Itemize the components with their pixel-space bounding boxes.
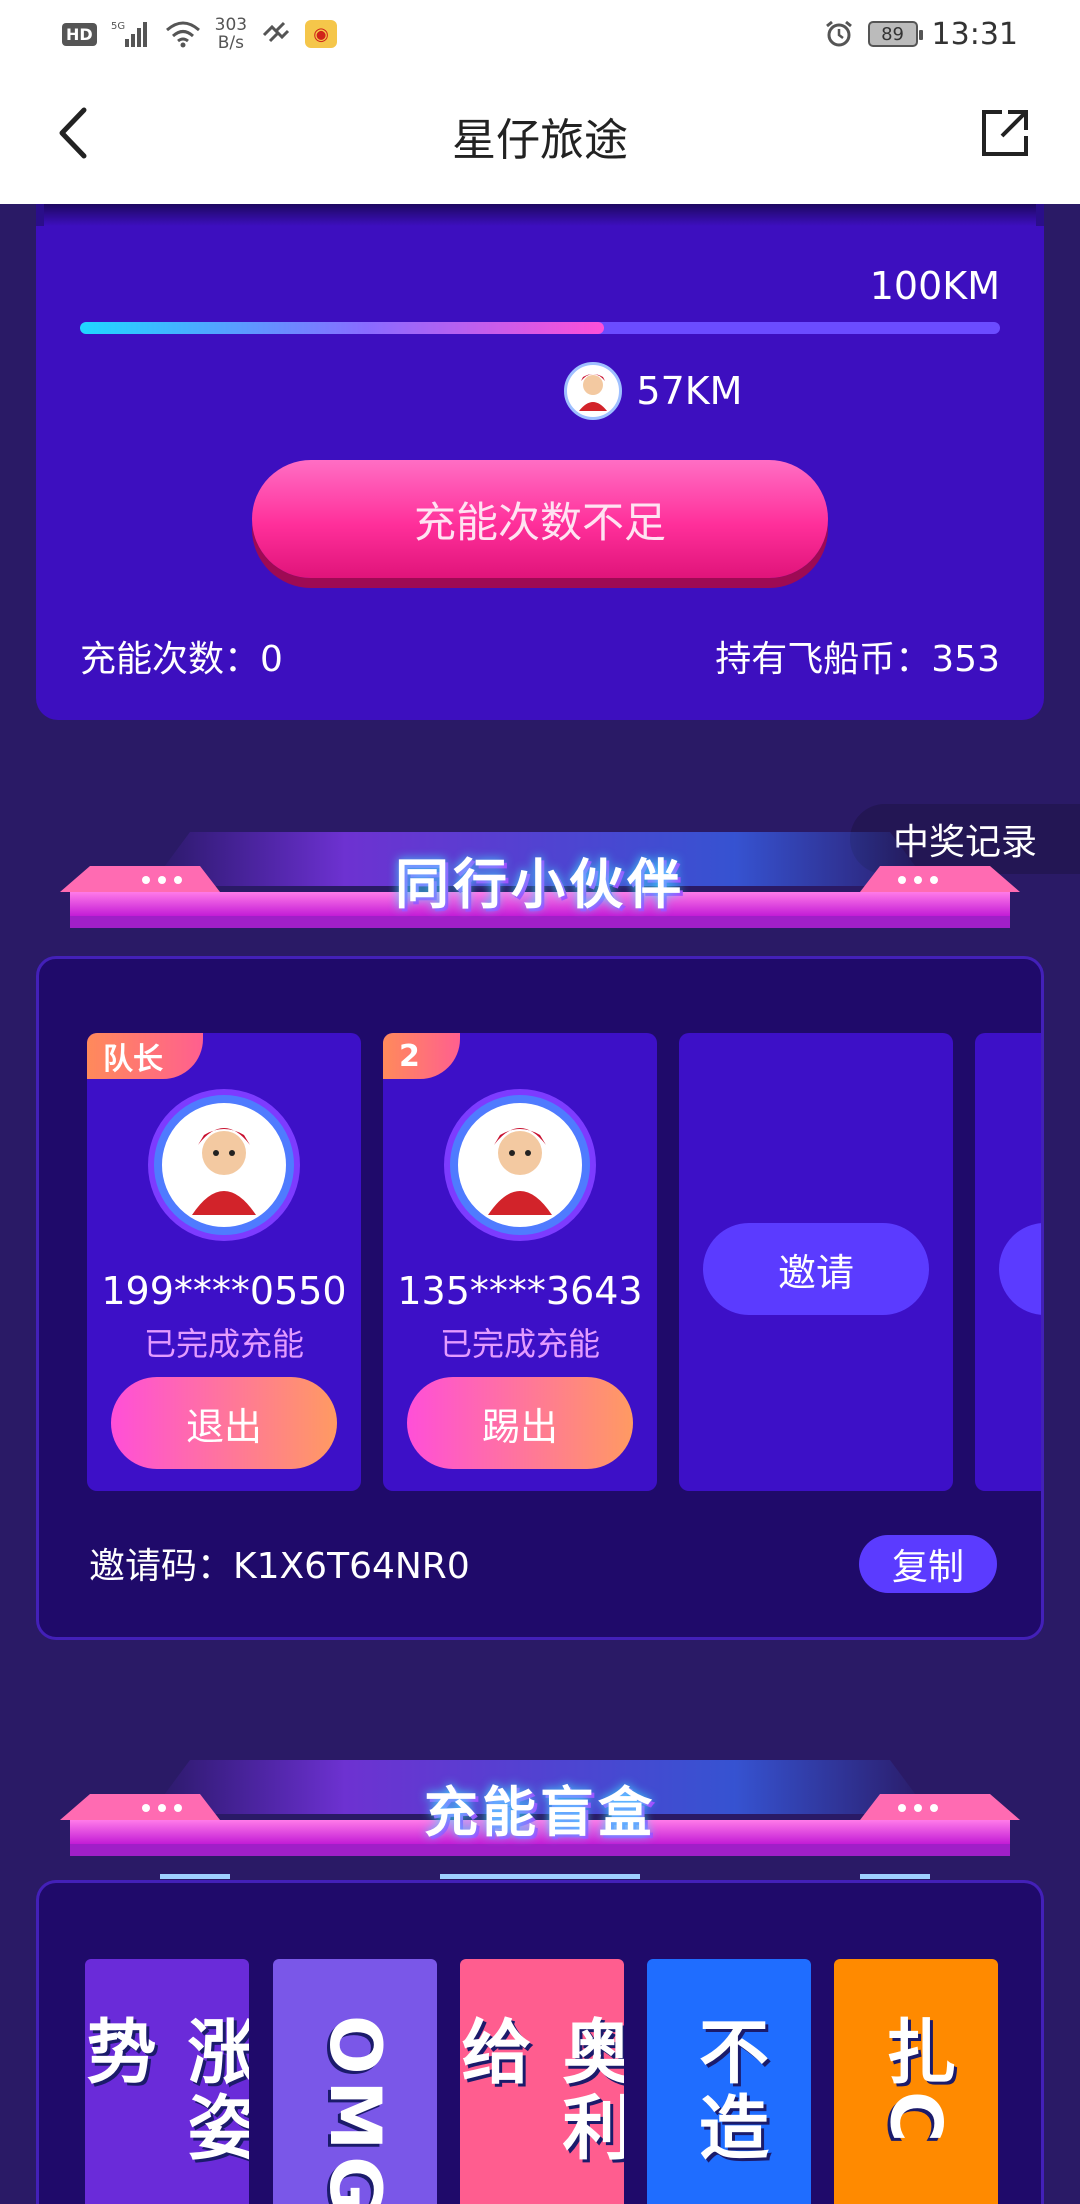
page-title: 星仔旅途	[452, 115, 628, 166]
journey-progress-fill	[80, 322, 605, 334]
navigation-bar: 星仔旅途	[0, 68, 1080, 204]
invite-button[interactable]	[999, 1223, 1041, 1315]
partner-phone: 135****3643	[397, 1269, 643, 1313]
status-bar: HD 5G 303 B/s ◉ 89 13:31	[0, 0, 1080, 68]
partners-panel: 队长 199****0550 已完成充能 退出 2 135****3643 已完…	[36, 956, 1044, 1640]
partner-card-member: 2 135****3643 已完成充能 踢出	[383, 1033, 657, 1491]
avatar	[564, 362, 623, 420]
blindbox-card[interactable]: 扎C	[834, 1959, 998, 2204]
hd-indicator: HD	[62, 22, 97, 46]
blindbox-label: 奥利给	[460, 2015, 624, 2167]
blindbox-card[interactable]: 不造	[647, 1959, 811, 2204]
app-notification-icon	[261, 21, 291, 47]
battery-icon: 89	[867, 21, 923, 47]
blindbox-label: OMG	[314, 2015, 396, 2204]
wifi-icon	[165, 20, 201, 48]
partners-section-title: 同行小伙伴	[395, 853, 685, 916]
partner-phone: 199****0550	[101, 1269, 347, 1313]
invite-code: 邀请码：K1X6T64NR0	[89, 1546, 470, 1587]
quit-button[interactable]: 退出	[111, 1377, 337, 1469]
partner-card-captain: 队长 199****0550 已完成充能 退出	[87, 1033, 361, 1491]
blindbox-card[interactable]: 涨姿势	[85, 1959, 249, 2204]
partner-status: 已完成充能	[439, 1325, 600, 1363]
signal-icon: 5G	[111, 19, 151, 49]
svg-text:5G: 5G	[111, 21, 125, 32]
blindbox-label: 不造	[687, 2015, 770, 2167]
blindbox-panel: 涨姿势 OMG 奥利给 不造 扎C	[36, 1880, 1044, 2204]
current-position-marker: 57KM	[564, 362, 742, 420]
partner-card-empty	[975, 1033, 1041, 1491]
role-tag: 2	[383, 1033, 460, 1079]
journey-card: 100KM 57KM 充能次数不足 充能次数：0 持有飞船币：353	[36, 204, 1044, 720]
charge-count: 充能次数：0	[80, 639, 283, 680]
partner-card-empty: 邀请	[679, 1033, 953, 1491]
partner-status: 已完成充能	[143, 1325, 304, 1363]
copy-button[interactable]: 复制	[859, 1535, 997, 1593]
invite-button[interactable]: 邀请	[703, 1223, 929, 1315]
kick-button[interactable]: 踢出	[407, 1377, 633, 1469]
weibo-icon: ◉	[305, 20, 338, 48]
blindbox-banner: 充能盲盒	[50, 1744, 1030, 1884]
share-icon[interactable]	[972, 100, 1038, 166]
partners-banner: 同行小伙伴	[50, 816, 1030, 961]
blindbox-card[interactable]: OMG	[273, 1959, 437, 2204]
speed-value: 303	[214, 15, 248, 35]
avatar	[154, 1095, 294, 1235]
status-left: HD 5G 303 B/s ◉	[62, 16, 338, 52]
blindbox-card[interactable]: 奥利给	[460, 1959, 624, 2204]
role-tag: 队长	[87, 1033, 203, 1079]
alarm-icon	[824, 19, 854, 49]
charge-button[interactable]: 充能次数不足	[252, 460, 828, 578]
coin-balance: 持有飞船币：353	[715, 639, 1000, 680]
total-distance: 100KM	[869, 264, 1000, 308]
speed-unit: B/s	[217, 33, 245, 53]
avatar	[450, 1095, 590, 1235]
blindbox-label: 扎C	[874, 2015, 957, 2149]
blindbox-label: 涨姿势	[85, 2015, 249, 2167]
back-icon[interactable]	[48, 98, 108, 168]
clock: 13:31	[931, 16, 1018, 52]
journey-progress-bar	[80, 322, 1000, 334]
network-speed: 303 B/s	[215, 16, 247, 52]
blindbox-section-title: 充能盲盒	[424, 1781, 656, 1844]
current-distance: 57KM	[636, 369, 743, 413]
status-right: 89 13:31	[824, 17, 1018, 52]
